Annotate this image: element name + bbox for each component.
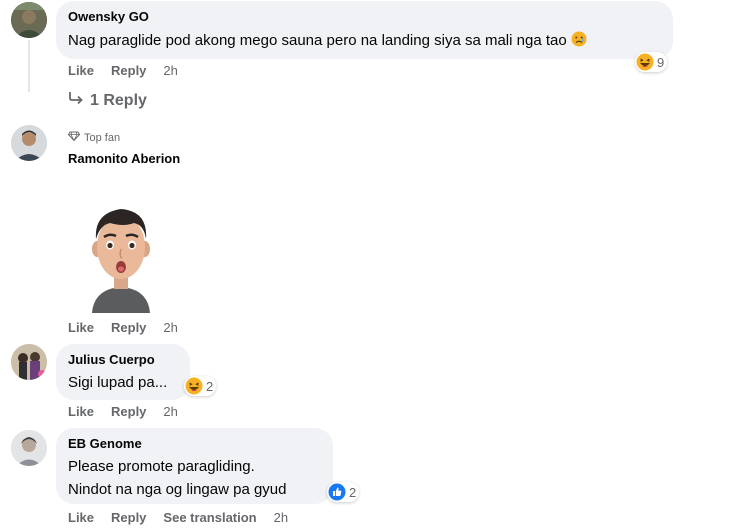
- reaction-count[interactable]: 9: [635, 52, 668, 72]
- comment-actions: Like Reply 2h: [68, 63, 195, 78]
- comment-bubble: Julius Cuerpo Sigi lupad pa...: [56, 344, 190, 400]
- avatar-sticker: [86, 205, 156, 313]
- reaction-count-number: 2: [206, 378, 214, 394]
- reply-button[interactable]: Reply: [111, 63, 146, 78]
- comment-text: Sigi lupad pa...: [68, 374, 168, 391]
- reply-button[interactable]: Reply: [111, 320, 146, 335]
- comment-actions: Like Reply 2h: [68, 404, 195, 419]
- comment-text-line-2: Nindot na nga og lingaw pa gyud: [68, 481, 287, 498]
- diamond-icon: [67, 131, 81, 144]
- top-fan-badge: Top fan: [67, 131, 120, 144]
- like-button[interactable]: Like: [68, 510, 94, 525]
- comment-text: Nag paraglide pod akong mego sauna pero …: [68, 31, 661, 53]
- comment-author[interactable]: Ramonito Aberion: [68, 151, 180, 167]
- comment-timestamp[interactable]: 2h: [274, 510, 288, 525]
- haha-emoji-icon: [185, 377, 203, 395]
- comment-timestamp[interactable]: 2h: [163, 320, 177, 335]
- haha-emoji-icon: [636, 53, 654, 71]
- like-button[interactable]: Like: [68, 404, 94, 419]
- comment-actions: Like Reply See translation 2h: [68, 510, 305, 525]
- reaction-count-number: 2: [349, 484, 357, 500]
- comment-timestamp[interactable]: 2h: [163, 63, 177, 78]
- reaction-count[interactable]: 2: [327, 482, 360, 502]
- avatar[interactable]: [11, 125, 47, 161]
- avatar[interactable]: [11, 344, 47, 380]
- comment-author[interactable]: EB Genome: [68, 436, 321, 452]
- comment-timestamp[interactable]: 2h: [163, 404, 177, 419]
- reaction-count-number: 9: [657, 54, 665, 70]
- comment-author[interactable]: Owensky GO: [68, 9, 661, 25]
- comment-text-line-1: Please promote paragliding.: [68, 458, 255, 475]
- comment-author[interactable]: Julius Cuerpo: [68, 352, 178, 368]
- like-button[interactable]: Like: [68, 320, 94, 335]
- avatar[interactable]: [11, 430, 47, 466]
- comment-bubble: Owensky GO Nag paraglide pod akong mego …: [56, 1, 673, 59]
- thread-line: [28, 40, 50, 92]
- view-replies-link[interactable]: 1 Reply: [68, 91, 147, 110]
- reply-arrow-icon: [68, 91, 84, 110]
- see-translation-button[interactable]: See translation: [163, 510, 256, 525]
- like-icon: [328, 483, 346, 501]
- reply-button[interactable]: Reply: [111, 510, 146, 525]
- comment-bubble: EB Genome Please promote paragliding. Ni…: [56, 428, 333, 504]
- reaction-count[interactable]: 2: [184, 376, 217, 396]
- like-button[interactable]: Like: [68, 63, 94, 78]
- avatar[interactable]: [11, 2, 47, 38]
- comment-actions: Like Reply 2h: [68, 320, 195, 335]
- reply-button[interactable]: Reply: [111, 404, 146, 419]
- sad-emoji-icon: [571, 31, 587, 53]
